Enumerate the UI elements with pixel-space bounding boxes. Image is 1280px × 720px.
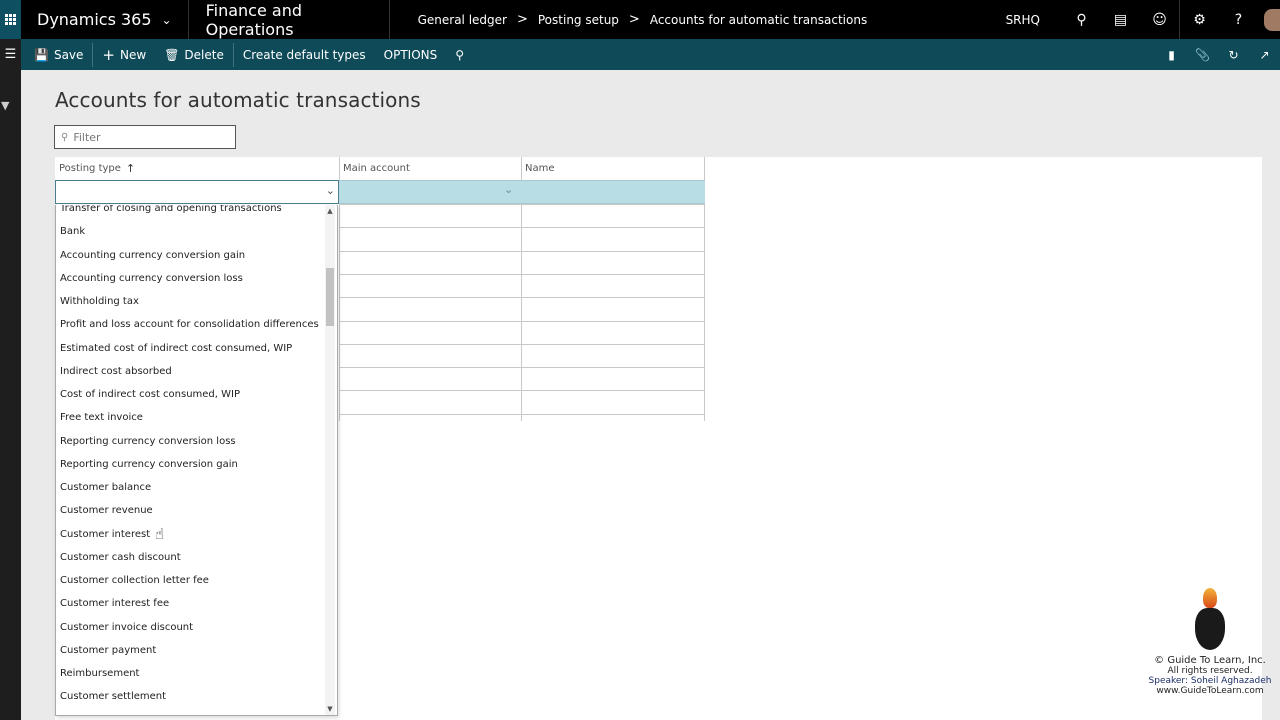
company-picker[interactable]: SRHQ — [1006, 13, 1040, 27]
refresh-icon[interactable]: ↻ — [1218, 39, 1249, 70]
filter-input[interactable]: ⚲ Filter — [54, 125, 236, 149]
watermark-copyright: © Guide To Learn, Inc. — [1154, 655, 1266, 666]
dropdown-option[interactable]: Accounting currency conversion gain — [60, 249, 245, 263]
watermark-speaker: Speaker: Soheil Aghazadeh — [1148, 676, 1272, 686]
top-nav-bar: Dynamics 365 ⌄ Finance and Operations Ge… — [0, 0, 1280, 39]
dropdown-option[interactable]: Customer interest fee — [60, 597, 169, 611]
chevron-right-icon: > — [516, 12, 528, 27]
new-button[interactable]: + New — [93, 39, 155, 70]
waffle-icon — [5, 14, 16, 25]
column-header-posting-type[interactable]: Posting type ↑ — [55, 157, 339, 180]
create-default-types-button[interactable]: Create default types — [234, 39, 375, 70]
search-icon[interactable]: ⚲ — [1062, 0, 1101, 39]
action-search-icon[interactable]: ⚲ — [446, 39, 473, 70]
dropdown-option[interactable]: Cost of indirect cost consumed, WIP — [60, 388, 240, 402]
filter-pane-icon[interactable]: ▼ — [1, 99, 9, 112]
table-row-divider — [339, 343, 705, 345]
dropdown-option[interactable]: Reporting currency conversion gain — [60, 458, 238, 472]
attachment-icon[interactable]: 📎 — [1187, 39, 1218, 70]
dropdown-option[interactable]: Reimbursement — [60, 667, 139, 681]
action-pane: ☰ 💾 Save + New 🗑 Delete Create default t… — [0, 39, 1280, 70]
dropdown-option[interactable]: Indirect cost absorbed — [60, 365, 172, 379]
hand-cursor-icon: ☝ — [155, 525, 165, 543]
delete-button[interactable]: 🗑 Delete — [155, 39, 233, 70]
dropdown-option[interactable]: Profit and loss account for consolidatio… — [60, 318, 319, 332]
torch-logo-icon — [1190, 588, 1230, 652]
column-header-label: Posting type — [59, 163, 121, 174]
chevron-right-icon: > — [628, 12, 640, 27]
breadcrumb: General ledger > Posting setup > Account… — [418, 12, 868, 27]
save-label: Save — [53, 47, 84, 62]
open-new-window-icon[interactable]: ↗ — [1249, 39, 1280, 70]
table-row-divider — [339, 413, 705, 415]
watermark-rights: All rights reserved. — [1167, 666, 1253, 676]
top-right-tools: SRHQ ⚲ ▤ ☺ ⚙ ? — [1006, 0, 1280, 39]
avatar[interactable] — [1264, 8, 1280, 31]
save-icon: 💾 — [34, 47, 49, 62]
scroll-up-arrow-icon[interactable]: ▲ — [325, 207, 335, 215]
save-button[interactable]: 💾 Save — [25, 39, 92, 70]
chevron-down-icon[interactable]: ⌄ — [326, 184, 335, 197]
posting-type-combobox[interactable]: ⌄ — [55, 180, 339, 204]
scrollbar-thumb[interactable] — [326, 268, 334, 327]
table-row-divider — [339, 273, 705, 275]
delete-label: Delete — [184, 47, 224, 62]
scroll-down-arrow-icon[interactable]: ▼ — [325, 705, 335, 713]
dropdown-option[interactable]: Customer balance — [60, 481, 151, 495]
dropdown-option[interactable]: Accounting currency conversion loss — [60, 272, 243, 286]
dropdown-option[interactable]: Reporting currency conversion loss — [60, 435, 236, 449]
watermark: © Guide To Learn, Inc. All rights reserv… — [1140, 588, 1280, 696]
chevron-down-icon: ⌄ — [161, 12, 172, 27]
dropdown-option[interactable]: Customer settlement — [60, 690, 166, 704]
table-row-divider — [339, 367, 705, 369]
table-row-divider — [339, 390, 705, 392]
dropdown-option[interactable]: Estimated cost of indirect cost consumed… — [60, 342, 292, 356]
dropdown-option[interactable]: Bank — [60, 225, 85, 239]
page-title: Accounts for automatic transactions — [55, 88, 421, 112]
brand-menu[interactable]: Dynamics 365 ⌄ — [21, 0, 189, 39]
hamburger-menu-icon[interactable]: ☰ — [0, 39, 21, 70]
sort-ascending-icon: ↑ — [125, 162, 136, 175]
dropdown-option[interactable]: Customer revenue — [60, 504, 153, 518]
breadcrumb-item[interactable]: Posting setup — [538, 13, 619, 27]
column-header-main-account[interactable]: Main account — [339, 157, 522, 180]
dropdown-option[interactable]: Free text invoice — [60, 411, 143, 425]
navigation-rail: ▼ — [0, 70, 21, 720]
dropdown-option[interactable]: Transfer of closing and opening transact… — [60, 205, 282, 216]
dropdown-option[interactable]: Withholding tax — [60, 295, 139, 309]
plus-icon: + — [102, 45, 115, 64]
dropdown-option[interactable]: Customer interest — [60, 528, 150, 542]
column-header-label: Main account — [343, 163, 410, 174]
module-name: Finance and Operations — [189, 0, 390, 39]
new-label: New — [120, 47, 147, 62]
options-tab[interactable]: OPTIONS — [375, 39, 447, 70]
app-launcher-button[interactable] — [0, 0, 21, 39]
breadcrumb-item[interactable]: General ledger — [418, 13, 507, 27]
column-header-label: Name — [525, 163, 555, 174]
brand-label: Dynamics 365 — [37, 10, 152, 29]
dropdown-option[interactable]: Customer collection letter fee — [60, 574, 209, 588]
help-icon[interactable]: ? — [1219, 0, 1258, 39]
table-row-divider — [339, 250, 705, 252]
watermark-url: www.GuideToLearn.com — [1156, 686, 1264, 696]
message-icon[interactable]: ▤ — [1101, 0, 1140, 39]
dropdown-option[interactable]: Customer cash discount — [60, 551, 181, 565]
table-row-divider — [339, 227, 705, 229]
table-row-divider — [339, 297, 705, 299]
feedback-smiley-icon[interactable]: ☺ — [1140, 0, 1179, 39]
breadcrumb-item[interactable]: Accounts for automatic transactions — [650, 13, 867, 27]
column-header-name[interactable]: Name — [521, 157, 704, 180]
search-icon: ⚲ — [61, 131, 69, 143]
action-right-tools: ▮ 📎 ↻ ↗ — [1156, 39, 1280, 70]
posting-type-dropdown-list: Transfer of closing and opening transact… — [55, 205, 338, 716]
filter-placeholder: Filter — [73, 130, 101, 144]
dropdown-option[interactable]: Customer invoice discount — [60, 621, 193, 635]
table-row-divider — [339, 320, 705, 322]
gear-icon[interactable]: ⚙ — [1180, 0, 1219, 39]
dropdown-option[interactable]: Customer payment — [60, 644, 156, 658]
table-row-divider — [339, 204, 705, 205]
main-account-dropdown-chevron-icon[interactable]: ⌄ — [504, 183, 513, 196]
office-icon[interactable]: ▮ — [1156, 39, 1187, 70]
trash-icon: 🗑 — [164, 47, 180, 62]
